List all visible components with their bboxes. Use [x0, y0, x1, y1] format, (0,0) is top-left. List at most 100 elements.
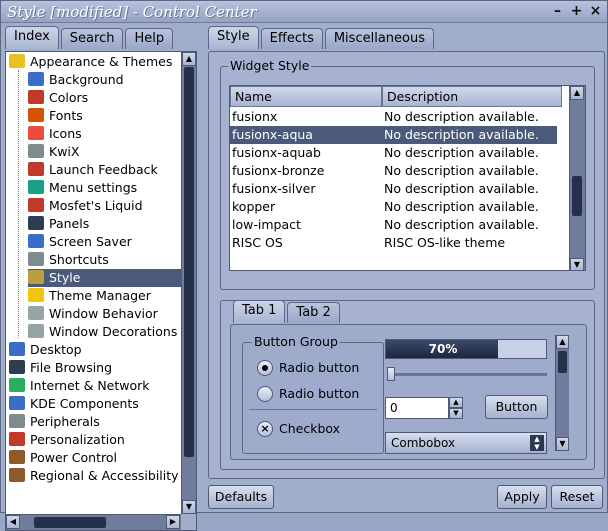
slider-handle[interactable] [387, 367, 395, 381]
tree-branch-lines [18, 70, 19, 338]
tree-item-peripherals[interactable]: Peripherals [9, 413, 181, 431]
column-header-name[interactable]: Name [230, 86, 382, 107]
radio-button-2-label: Radio button [279, 386, 360, 401]
tree-item-style[interactable]: Style [28, 269, 181, 287]
tree-item-fonts[interactable]: Fonts [28, 107, 181, 125]
scroll-down-icon[interactable]: ▼ [570, 258, 584, 270]
module-tree[interactable]: Appearance & Themes Background Colors Fonts… [5, 51, 197, 531]
scrollbar-thumb[interactable] [558, 351, 567, 373]
style-list-row[interactable]: fusionx-aqua No description available. [230, 126, 557, 144]
scroll-down-icon[interactable]: ▼ [556, 437, 569, 451]
widget-style-list[interactable]: Name Description fusionx No description a… [229, 85, 586, 271]
tree-item-label: Colors [49, 90, 89, 105]
tree-item-internet-network[interactable]: Internet & Network [9, 377, 181, 395]
scrollbar-thumb[interactable] [184, 67, 194, 457]
style-description: No description available. [384, 127, 539, 142]
tree-item-window-decorations[interactable]: Window Decorations [28, 323, 181, 341]
tree-item-kde-components[interactable]: KDE Components [9, 395, 181, 413]
style-name: fusionx-aquab [232, 145, 321, 160]
scroll-up-icon[interactable]: ▲ [570, 86, 584, 100]
slider-track[interactable] [387, 373, 547, 376]
tree-item-label: Window Behavior [49, 306, 158, 321]
scrollbar-thumb[interactable] [34, 517, 106, 528]
tree-item-regional-accessibility[interactable]: Regional & Accessibility [9, 467, 181, 485]
tree-item-power-control[interactable]: Power Control [9, 449, 181, 467]
scroll-up-icon[interactable]: ▲ [556, 335, 569, 349]
style-list-row[interactable]: fusionx-silver No description available. [230, 180, 557, 198]
tab-miscellaneous[interactable]: Miscellaneous [324, 28, 434, 49]
fonts-icon [28, 108, 44, 122]
tree-item-file-browsing[interactable]: File Browsing [9, 359, 181, 377]
style-list-row[interactable]: fusionx-aquab No description available. [230, 144, 557, 162]
tab-style[interactable]: Style [208, 26, 259, 49]
tree-item-icons[interactable]: Icons [28, 125, 181, 143]
style-list-row[interactable]: RISC OS RISC OS-like theme [230, 234, 557, 252]
maximize-button[interactable]: + [568, 3, 585, 20]
reset-button[interactable]: Reset [551, 485, 603, 509]
preview-tab-tab-2[interactable]: Tab 2 [287, 302, 340, 323]
tree-item-appearance-themes[interactable]: Appearance & Themes [9, 53, 181, 71]
tree-item-label: Style [49, 270, 81, 285]
tree-item-label: File Browsing [30, 360, 113, 375]
tree-item-shortcuts[interactable]: Shortcuts [28, 251, 181, 269]
chevron-down-icon[interactable]: ▲ ▼ [530, 435, 544, 451]
tree-item-kwix[interactable]: KwiX [28, 143, 181, 161]
tab-search[interactable]: Search [60, 28, 124, 49]
desktop-icon [9, 342, 25, 356]
style-description: No description available. [384, 163, 539, 178]
tab-help[interactable]: Help [125, 28, 174, 49]
tab-index[interactable]: Index [5, 26, 59, 49]
group-divider [249, 409, 377, 410]
radio-button-1[interactable] [257, 360, 273, 376]
preview-scrollbar[interactable]: ▲ ▼ [555, 335, 569, 451]
preview-tab-tab-1[interactable]: Tab 1 [233, 300, 286, 323]
tree-item-label: Appearance & Themes [30, 54, 173, 69]
style-name: kopper [232, 199, 276, 214]
spin-up-icon[interactable]: ▲ [449, 397, 463, 408]
style-list-row[interactable]: kopper No description available. [230, 198, 557, 216]
tree-item-window-behavior[interactable]: Window Behavior [28, 305, 181, 323]
radio-button-2[interactable] [257, 386, 273, 402]
tree-item-panels[interactable]: Panels [28, 215, 181, 233]
style-list-row[interactable]: fusionx No description available. [230, 108, 557, 126]
scrollbar-thumb[interactable] [572, 176, 582, 216]
style-description: No description available. [384, 109, 539, 124]
minimize-button[interactable]: – [549, 3, 566, 20]
style-list-scrollbar[interactable]: ▲ ▼ [569, 86, 585, 270]
checkbox[interactable]: × [257, 421, 273, 437]
tree-item-screen-saver[interactable]: Screen Saver [28, 233, 181, 251]
spin-box[interactable]: 0 [385, 397, 449, 419]
close-button[interactable]: × [587, 3, 604, 20]
spin-down-icon[interactable]: ▼ [449, 408, 463, 419]
scroll-left-icon[interactable]: ◀ [6, 515, 20, 529]
window-decorations-icon [28, 324, 44, 338]
tree-item-label: Power Control [30, 450, 117, 465]
tree-item-theme-manager[interactable]: Theme Manager [28, 287, 181, 305]
preview-button[interactable]: Button [485, 395, 548, 419]
tree-item-launch-feedback[interactable]: Launch Feedback [28, 161, 181, 179]
tree-item-personalization[interactable]: Personalization [9, 431, 181, 449]
tree-item-mosfet-s-liquid[interactable]: Mosfet's Liquid [28, 197, 181, 215]
scroll-down-icon[interactable]: ▼ [182, 500, 196, 514]
tree-item-label: Internet & Network [30, 378, 150, 393]
apply-button[interactable]: Apply [497, 485, 547, 509]
scroll-right-icon[interactable]: ▶ [166, 515, 180, 529]
tree-item-desktop[interactable]: Desktop [9, 341, 181, 359]
tree-item-label: Regional & Accessibility [30, 468, 179, 483]
defaults-button[interactable]: Defaults [208, 485, 274, 509]
tree-item-menu-settings[interactable]: Menu settings [28, 179, 181, 197]
style-icon [28, 270, 44, 284]
globe-icon [9, 378, 25, 392]
style-name: low-impact [232, 217, 301, 232]
tab-effects[interactable]: Effects [260, 28, 323, 49]
tree-item-colors[interactable]: Colors [28, 89, 181, 107]
tree-vertical-scrollbar[interactable]: ▲ ▼ [181, 52, 196, 514]
scroll-up-icon[interactable]: ▲ [182, 52, 196, 66]
tree-horizontal-scrollbar[interactable]: ◀ ▶ [6, 514, 181, 530]
tree-item-background[interactable]: Background [28, 71, 181, 89]
style-list-row[interactable]: low-impact No description available. [230, 216, 557, 234]
column-header-description[interactable]: Description [382, 86, 562, 107]
style-list-row[interactable]: fusionx-bronze No description available. [230, 162, 557, 180]
title-bar[interactable]: Style [modified] - Control Center – + × [1, 1, 607, 23]
combobox[interactable]: Combobox ▲ ▼ [385, 432, 547, 454]
